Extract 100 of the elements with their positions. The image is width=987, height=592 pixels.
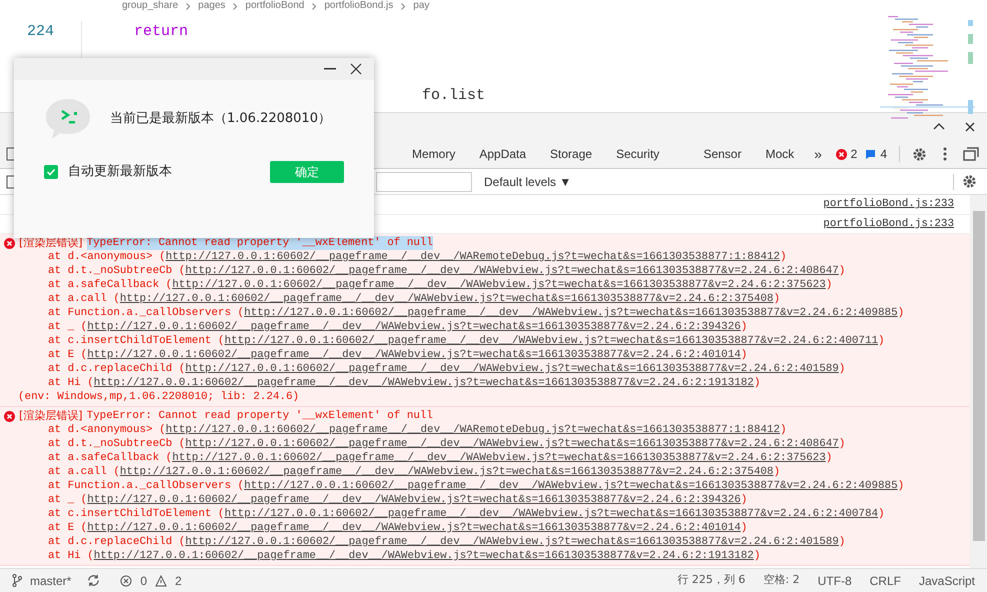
stack-frame: at a.call ( bbox=[48, 293, 120, 305]
scrollbar[interactable] bbox=[970, 195, 987, 568]
closing-paren: ) bbox=[838, 536, 846, 548]
warning-count[interactable]: 2 bbox=[175, 572, 182, 590]
message-icon bbox=[865, 148, 876, 160]
stack-frame: at d.<anonymous> ( bbox=[48, 251, 166, 263]
breadcrumb-item[interactable]: pay bbox=[413, 0, 430, 12]
sync-icon[interactable] bbox=[87, 574, 100, 587]
language-mode[interactable]: JavaScript bbox=[918, 572, 975, 590]
stack-url-link[interactable]: http://127.0.0.1:60602/__pageframe__/__dev__/WAWebview.js?t=wechat&s=1661303538877&v=2.24.6:2:394326 bbox=[87, 494, 741, 506]
code-text: fo.list bbox=[422, 87, 486, 104]
devtools-tab[interactable]: Security bbox=[604, 140, 672, 168]
stack-frame: at a.safeCallback ( bbox=[48, 452, 172, 464]
closing-paren: ) bbox=[740, 522, 748, 534]
breadcrumb-item[interactable]: portfolioBond bbox=[245, 0, 304, 12]
devtools-tab[interactable]: Storage bbox=[538, 140, 604, 168]
stack-url-link[interactable]: http://127.0.0.1:60602/__pageframe__/__dev__/WARemoteDebug.js?t=wechat&s=1661303538877:1:88412 bbox=[166, 251, 780, 263]
stack-url-link[interactable]: http://127.0.0.1:60602/__pageframe__/__dev__/WAWebview.js?t=wechat&s=1661303538877&v=2.24.6:2:409885 bbox=[244, 480, 898, 492]
stack-url-link[interactable]: http://127.0.0.1:60602/__pageframe__/__dev__/WAWebview.js?t=wechat&s=1661303538877&v=2.24.6:2:408647 bbox=[185, 265, 839, 277]
stack-frame: at Hi ( bbox=[48, 377, 94, 389]
stack-url-link[interactable]: http://127.0.0.1:60602/__pageframe__/__dev__/WAWebview.js?t=wechat&s=1661303538877&v=2.24.6:2:394326 bbox=[87, 321, 741, 333]
git-branch[interactable]: master* bbox=[30, 572, 72, 590]
stack-frame: at _ ( bbox=[48, 494, 88, 506]
error-count: 2 bbox=[850, 146, 858, 163]
closing-paren: ) bbox=[740, 494, 748, 506]
closing-paren: ) bbox=[826, 279, 832, 291]
line-number: 224 bbox=[26, 22, 54, 42]
check-icon bbox=[46, 167, 56, 177]
stack-frame: at a.call ( bbox=[48, 466, 120, 478]
dock-icon[interactable] bbox=[963, 147, 979, 161]
closing-paren: ) bbox=[740, 349, 748, 361]
warning-icon bbox=[155, 574, 168, 586]
settings-icon[interactable] bbox=[962, 174, 977, 189]
more-tabs-button[interactable]: » bbox=[806, 144, 830, 164]
stack-url-link[interactable]: http://127.0.0.1:60602/__pageframe__/__dev__/WAWebview.js?t=wechat&s=1661303538877&v=2.24.6:2:408647 bbox=[185, 438, 839, 450]
stack-url-link[interactable]: http://127.0.0.1:60602/__pageframe__/__dev__/WARemoteDebug.js?t=wechat&s=1661303538877:1:88412 bbox=[166, 424, 780, 436]
code-text: return bbox=[134, 23, 188, 40]
stack-frame: at Function.a._callObservers ( bbox=[48, 480, 244, 492]
problem-count[interactable]: 0 bbox=[140, 572, 148, 590]
collapse-icon[interactable] bbox=[933, 123, 945, 130]
stack-url-link[interactable]: http://127.0.0.1:60602/__pageframe__/__dev__/WAWebview.js?t=wechat&s=1661303538877&v=2.24.6:2:409885 bbox=[244, 307, 898, 319]
close-icon[interactable] bbox=[350, 63, 362, 75]
settings-icon[interactable] bbox=[912, 146, 927, 162]
stack-url-link[interactable]: http://127.0.0.1:60602/__pageframe__/__dev__/WAWebview.js?t=wechat&s=1661303538877&v=2.24.6:2:401014 bbox=[87, 522, 741, 534]
closing-paren: ) bbox=[773, 466, 780, 478]
stack-url-link[interactable]: http://127.0.0.1:60602/__pageframe__/__dev__/WAWebview.js?t=wechat&s=1661303538877&v=2.24.6:2:401589 bbox=[185, 363, 839, 375]
error-icon bbox=[836, 148, 847, 160]
stack-frame: at d.c.replaceChild ( bbox=[48, 536, 186, 548]
log-level-dropdown[interactable]: Default levels ▼ bbox=[480, 172, 576, 190]
stack-frame: at _ ( bbox=[48, 321, 88, 333]
devtools-tab[interactable]: Memory bbox=[400, 140, 468, 168]
encoding[interactable]: UTF-8 bbox=[818, 572, 852, 590]
error-tag: [渲染层错误] bbox=[19, 409, 83, 423]
devtools-tab[interactable]: Sensor bbox=[691, 140, 754, 168]
error-icon bbox=[4, 238, 15, 248]
closing-paren: ) bbox=[898, 480, 904, 492]
stack-frame: at d.c.replaceChild ( bbox=[48, 363, 186, 375]
source-link[interactable]: portfolioBond.js:233 bbox=[823, 197, 954, 212]
closing-paren: ) bbox=[780, 424, 787, 436]
cursor-position[interactable]: 行 225，列 6 bbox=[677, 572, 746, 589]
stack-url-link[interactable]: http://127.0.0.1:60602/__pageframe__/__dev__/WAWebview.js?t=wechat&s=1661303538877&v=2.24.6:2:1913182 bbox=[94, 377, 754, 389]
devtools-tab[interactable]: Mock bbox=[753, 140, 806, 168]
stack-frame: at d.<anonymous> ( bbox=[48, 424, 166, 436]
update-message: 当前已是最新版本（1.06.2208010） bbox=[110, 110, 331, 128]
closing-paren: ) bbox=[780, 251, 787, 263]
stack-url-link[interactable]: http://127.0.0.1:60602/__pageframe__/__dev__/WAWebview.js?t=wechat&s=1661303538877&v=2.24.6:2:401014 bbox=[87, 349, 741, 361]
closing-paren: ) bbox=[838, 265, 846, 277]
source-link[interactable]: portfolioBond.js:233 bbox=[823, 216, 954, 231]
stack-url-link[interactable]: http://127.0.0.1:60602/__pageframe__/__dev__/WAWebview.js?t=wechat&s=1661303538877&v=2.24.6:2:400711 bbox=[224, 335, 878, 347]
stack-url-link[interactable]: http://127.0.0.1:60602/__pageframe__/__dev__/WAWebview.js?t=wechat&s=1661303538877&v=2.24.6:2:375623 bbox=[172, 452, 826, 464]
stack-url-link[interactable]: http://127.0.0.1:60602/__pageframe__/__dev__/WAWebview.js?t=wechat&s=1661303538877&v=2.24.6:2:1913182 bbox=[94, 550, 754, 562]
stack-url-link[interactable]: http://127.0.0.1:60602/__pageframe__/__dev__/WAWebview.js?t=wechat&s=1661303538877&v=2.24.6:2:375408 bbox=[120, 293, 774, 305]
closing-paren: ) bbox=[878, 335, 885, 347]
breadcrumb-item[interactable]: group_share bbox=[122, 0, 178, 12]
breadcrumb-item[interactable]: pages bbox=[198, 0, 226, 12]
stack-frame: at a.safeCallback ( bbox=[48, 279, 172, 291]
closing-paren: ) bbox=[838, 438, 846, 450]
stack-url-link[interactable]: http://127.0.0.1:60602/__pageframe__/__dev__/WAWebview.js?t=wechat&s=1661303538877&v=2.24.6:2:375623 bbox=[172, 279, 826, 291]
error-icon bbox=[4, 410, 15, 422]
devtools-tab[interactable]: AppData bbox=[467, 140, 538, 168]
more-options-icon[interactable] bbox=[943, 147, 947, 161]
stack-url-link[interactable]: http://127.0.0.1:60602/__pageframe__/__dev__/WAWebview.js?t=wechat&s=1661303538877&v=2.24.6:2:375408 bbox=[120, 466, 774, 478]
closing-paren: ) bbox=[826, 452, 832, 464]
env-info: (env: Windows,mp,1.06.2208010; lib: 2.24.6) bbox=[18, 391, 300, 403]
error-message: TypeError: Cannot read property '__wxElement' of null bbox=[86, 409, 433, 423]
closing-paren: ) bbox=[898, 307, 904, 319]
stack-url-link[interactable]: http://127.0.0.1:60602/__pageframe__/__dev__/WAWebview.js?t=wechat&s=1661303538877&v=2.24.6:2:401589 bbox=[185, 536, 839, 548]
checkbox-label: 自动更新最新版本 bbox=[68, 163, 172, 182]
closing-paren: ) bbox=[754, 377, 760, 389]
filter-field[interactable] bbox=[376, 172, 472, 192]
breadcrumb-item[interactable]: portfolioBond.js bbox=[324, 0, 394, 12]
line-ending[interactable]: CRLF bbox=[870, 572, 901, 590]
stack-frame: at Hi ( bbox=[48, 550, 94, 562]
minimize-icon[interactable] bbox=[324, 68, 336, 70]
indentation[interactable]: 空格: 2 bbox=[763, 572, 800, 589]
stack-frame: at E ( bbox=[48, 349, 88, 361]
branch-icon bbox=[12, 574, 22, 587]
close-icon[interactable] bbox=[965, 122, 975, 132]
auto-update-checkbox[interactable] bbox=[44, 165, 58, 179]
stack-url-link[interactable]: http://127.0.0.1:60602/__pageframe__/__dev__/WAWebview.js?t=wechat&s=1661303538877&v=2.24.6:2:400784 bbox=[224, 508, 878, 520]
